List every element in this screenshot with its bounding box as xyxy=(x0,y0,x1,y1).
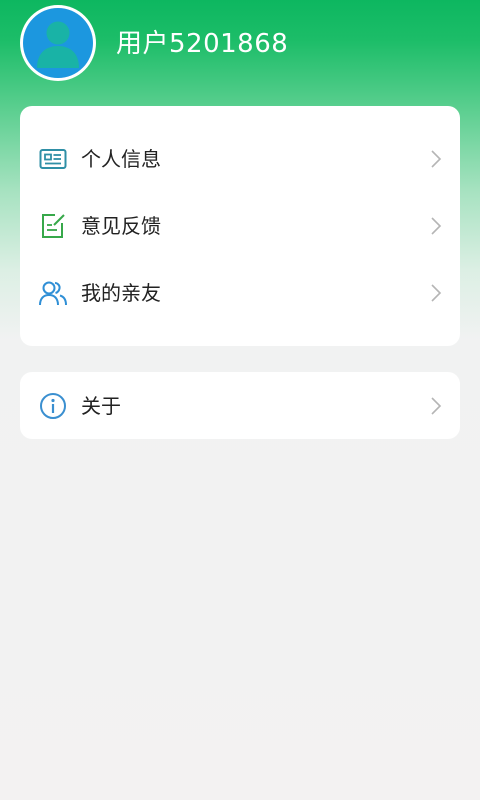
id-card-icon xyxy=(38,145,68,173)
avatar[interactable] xyxy=(20,5,96,81)
menu-item-relatives[interactable]: 我的亲友 xyxy=(20,263,460,323)
profile-header: 用户5201868 xyxy=(0,0,480,90)
menu-item-label: 关于 xyxy=(81,394,121,418)
menu-item-personal-info[interactable]: 个人信息 xyxy=(20,129,460,189)
menu-item-label: 我的亲友 xyxy=(81,281,161,305)
chevron-right-icon xyxy=(430,283,442,303)
chevron-right-icon xyxy=(430,149,442,169)
menu-item-label: 意见反馈 xyxy=(81,214,161,238)
about-card: 关于 xyxy=(20,372,460,439)
contacts-icon xyxy=(38,279,68,307)
menu-item-label: 个人信息 xyxy=(81,147,161,171)
user-avatar-icon xyxy=(23,8,93,78)
menu-item-feedback[interactable]: 意见反馈 xyxy=(20,196,460,256)
chevron-right-icon xyxy=(430,216,442,236)
username: 用户5201868 xyxy=(116,29,289,59)
info-icon xyxy=(38,392,68,420)
feedback-edit-icon xyxy=(38,212,68,240)
chevron-right-icon xyxy=(430,396,442,416)
menu-item-about[interactable]: 关于 xyxy=(20,376,460,436)
menu-card: 个人信息 意见反馈 我的亲友 xyxy=(20,106,460,346)
